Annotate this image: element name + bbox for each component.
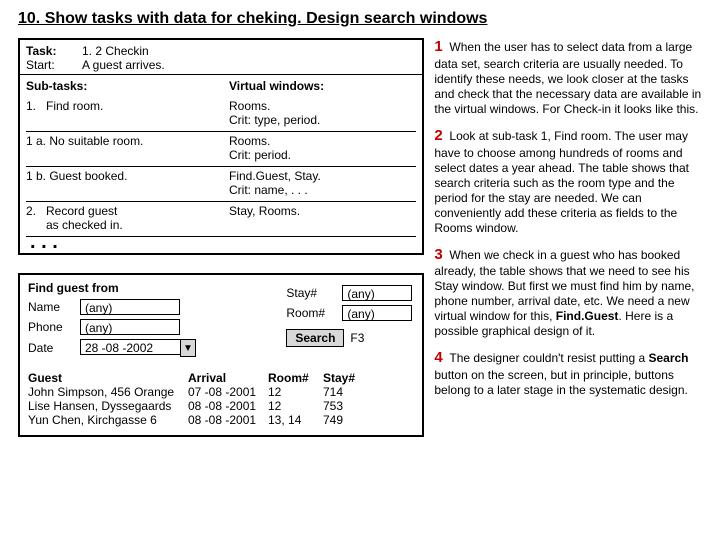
subtask-left: 1 b. Guest booked. bbox=[26, 167, 229, 202]
subtask-right: Find.Guest, Stay. Crit: name, . . . bbox=[229, 167, 416, 202]
phone-label: Phone bbox=[28, 320, 80, 334]
para-1: 1 When the user has to select data from … bbox=[434, 38, 702, 117]
table-cell: Yun Chen, Kirchgasse 6 bbox=[28, 413, 188, 427]
table-cell: 12 bbox=[268, 399, 323, 413]
table-cell: 714 bbox=[323, 385, 378, 399]
col-guest: Guest bbox=[28, 371, 188, 385]
room-field[interactable]: (any) bbox=[342, 305, 412, 321]
num-1: 1 bbox=[434, 38, 442, 55]
col-arrival: Arrival bbox=[188, 371, 268, 385]
task-value: 1. 2 Checkin bbox=[82, 44, 165, 58]
table-cell: 13, 14 bbox=[268, 413, 323, 427]
stay-label: Stay# bbox=[286, 286, 342, 300]
num-4: 4 bbox=[434, 349, 442, 366]
phone-field[interactable]: (any) bbox=[80, 319, 180, 335]
ellipsis: . . . bbox=[26, 237, 229, 250]
table-cell: John Simpson, 456 Orange bbox=[28, 385, 188, 399]
num-2: 2 bbox=[434, 127, 442, 144]
subtask-left: 1 a. No suitable room. bbox=[26, 132, 229, 167]
table-cell: 12 bbox=[268, 385, 323, 399]
table-cell: 749 bbox=[323, 413, 378, 427]
start-label: Start: bbox=[26, 58, 82, 72]
subtask-right: Rooms. Crit: type, period. bbox=[229, 97, 416, 132]
date-field[interactable]: 28 -08 -2002 bbox=[80, 339, 180, 355]
find-guest-window: Find guest from Name (any) Phone (any) D… bbox=[18, 273, 424, 437]
para-2: 2 Look at sub-task 1, Find room. The use… bbox=[434, 127, 702, 236]
task-label: Task: bbox=[26, 44, 82, 58]
name-field[interactable]: (any) bbox=[80, 299, 180, 315]
col-room: Room# bbox=[268, 371, 323, 385]
stay-field[interactable]: (any) bbox=[342, 285, 412, 301]
table-cell: Lise Hansen, Dyssegaards bbox=[28, 399, 188, 413]
find-guest-title: Find guest from bbox=[28, 281, 286, 295]
search-button[interactable]: Search bbox=[286, 329, 344, 347]
chevron-down-icon[interactable]: ▼ bbox=[180, 339, 196, 357]
room-label: Room# bbox=[286, 306, 342, 320]
page-title: 10. Show tasks with data for cheking. De… bbox=[18, 10, 702, 28]
table-cell: 753 bbox=[323, 399, 378, 413]
para-4: 4 The designer couldn't resist putting a… bbox=[434, 349, 702, 398]
task-table: Task: Start: 1. 2 Checkin A guest arrive… bbox=[18, 38, 424, 255]
result-table: Guest Arrival Room# Stay# John Simpson, … bbox=[28, 371, 414, 427]
date-dropdown[interactable]: 28 -08 -2002 ▼ bbox=[80, 339, 196, 357]
start-value: A guest arrives. bbox=[82, 58, 165, 72]
subtask-left: 1. Find room. bbox=[26, 97, 229, 132]
table-cell: 08 -08 -2001 bbox=[188, 413, 268, 427]
num-3: 3 bbox=[434, 246, 442, 263]
table-cell: 08 -08 -2001 bbox=[188, 399, 268, 413]
para-3: 3 When we check in a guest who has booke… bbox=[434, 246, 702, 340]
name-label: Name bbox=[28, 300, 80, 314]
subtask-right: Stay, Rooms. bbox=[229, 202, 416, 237]
col-stay: Stay# bbox=[323, 371, 378, 385]
subtasks-header: Sub-tasks: bbox=[26, 77, 229, 97]
subtask-right: Rooms. Crit: period. bbox=[229, 132, 416, 167]
search-key-hint: F3 bbox=[350, 331, 364, 345]
date-label: Date bbox=[28, 341, 80, 355]
virtual-header: Virtual windows: bbox=[229, 77, 416, 97]
table-cell: 07 -08 -2001 bbox=[188, 385, 268, 399]
